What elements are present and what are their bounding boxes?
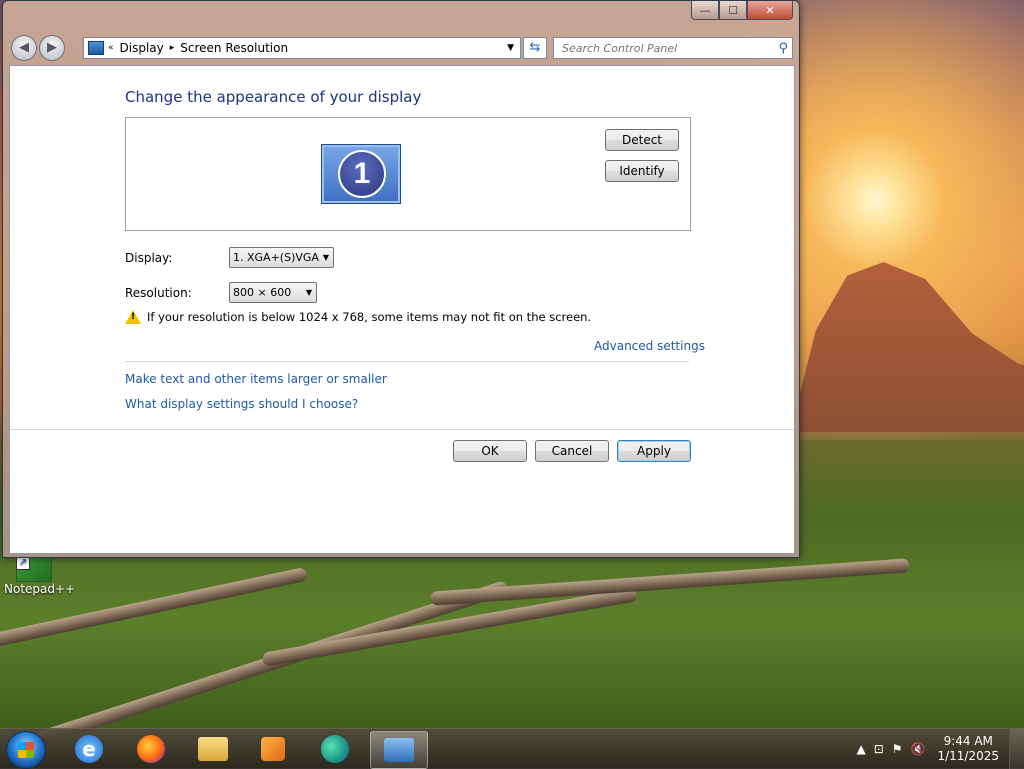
address-dropdown-icon[interactable]: ▼: [507, 43, 514, 53]
desktop-icon-label: Notepad++: [4, 582, 76, 596]
media-player-icon: [261, 737, 285, 761]
identify-button[interactable]: Identify: [605, 160, 679, 182]
divider: [125, 361, 689, 362]
clock-date: 1/11/2025: [937, 749, 999, 763]
warning-text: If your resolution is below 1024 x 768, …: [147, 310, 592, 324]
display-settings-icon: [384, 738, 414, 762]
apply-button[interactable]: Apply: [617, 440, 691, 462]
page-title: Change the appearance of your display: [125, 88, 422, 106]
resolution-select[interactable]: 800 × 600 ▼: [229, 282, 317, 303]
monitor-icon[interactable]: 1: [321, 144, 401, 204]
display-select-value: 1. XGA+(S)VGA: [233, 251, 319, 264]
detect-button[interactable]: Detect: [605, 129, 679, 151]
breadcrumb-screen-resolution[interactable]: Screen Resolution: [180, 41, 288, 55]
display-help-link[interactable]: What display settings should I choose?: [125, 397, 358, 411]
advanced-settings-link[interactable]: Advanced settings: [594, 339, 705, 353]
search-input[interactable]: [560, 40, 770, 56]
windows-logo-icon: [18, 742, 34, 758]
display-select[interactable]: 1. XGA+(S)VGA ▼: [229, 247, 334, 268]
system-tray: ▲ ⊡ ⚑ 🔇 9:44 AM 1/11/2025: [852, 729, 1024, 769]
clock-time: 9:44 AM: [943, 734, 993, 748]
display-label: Display:: [125, 251, 173, 265]
desktop-icon-notepadpp[interactable]: ↗ Notepad++: [4, 552, 76, 596]
show-desktop-button[interactable]: [1009, 729, 1024, 769]
resolution-warning: ! If your resolution is below 1024 x 768…: [125, 310, 591, 324]
taskbar-edge[interactable]: [308, 731, 362, 767]
navigation-bar: ◀ ▶ « Display ▸ Screen Resolution ▼ ⇆ ⚲: [9, 33, 793, 61]
shortcut-arrow-icon: ↗: [16, 556, 30, 570]
chevron-down-icon: ▼: [305, 288, 312, 297]
taskbar-display-settings[interactable]: [370, 731, 428, 769]
forward-button[interactable]: ▶: [39, 35, 65, 61]
taskbar-firefox[interactable]: [124, 731, 178, 767]
ok-button[interactable]: OK: [453, 440, 527, 462]
firefox-icon: [137, 735, 165, 763]
overflow-chevron[interactable]: «: [108, 43, 114, 53]
action-center-flag-icon[interactable]: ⚑: [892, 742, 903, 756]
control-panel-icon: [88, 41, 104, 55]
taskbar-internet-explorer[interactable]: e: [62, 731, 116, 767]
refresh-icon: ⇆: [529, 40, 541, 55]
resolution-label: Resolution:: [125, 286, 192, 300]
breadcrumb-separator-icon[interactable]: ▸: [170, 43, 175, 53]
close-button[interactable]: ✕: [747, 1, 793, 20]
minimize-button[interactable]: —: [691, 1, 719, 20]
text-size-link[interactable]: Make text and other items larger or smal…: [125, 372, 387, 386]
back-button[interactable]: ◀: [11, 35, 37, 61]
monitor-number-badge: 1: [338, 150, 386, 198]
monitor-arrangement-panel: 1 Detect Identify: [125, 117, 691, 231]
breadcrumb-display[interactable]: Display: [120, 41, 164, 55]
search-box[interactable]: ⚲: [553, 37, 793, 59]
address-bar[interactable]: « Display ▸ Screen Resolution ▼: [83, 37, 521, 59]
search-icon[interactable]: ⚲: [778, 41, 788, 56]
divider: [10, 429, 794, 430]
taskbar-media-player[interactable]: [246, 731, 300, 767]
chevron-down-icon: ▼: [322, 253, 329, 262]
network-icon[interactable]: ⊡: [874, 742, 884, 756]
content-area: Change the appearance of your display 1 …: [9, 65, 795, 554]
internet-explorer-icon: e: [75, 735, 103, 763]
clock[interactable]: 9:44 AM 1/11/2025: [937, 734, 999, 764]
caption-buttons: — ☐ ✕: [691, 1, 793, 20]
taskbar: e ▲ ⊡ ⚑ 🔇 9:44 AM 1/11/2025: [0, 728, 1024, 769]
start-button[interactable]: [6, 731, 46, 769]
resolution-select-value: 800 × 600: [233, 286, 292, 299]
taskbar-file-explorer[interactable]: [186, 731, 240, 767]
volume-muted-icon[interactable]: 🔇: [911, 742, 926, 756]
cancel-button[interactable]: Cancel: [535, 440, 609, 462]
screen-resolution-window: — ☐ ✕ ◀ ▶ « Display ▸ Screen Resolution …: [2, 0, 800, 558]
warning-icon: !: [125, 310, 141, 324]
show-hidden-icons-icon[interactable]: ▲: [856, 742, 865, 756]
maximize-button[interactable]: ☐: [719, 1, 747, 20]
edge-icon: [321, 735, 349, 763]
folder-icon: [198, 737, 228, 761]
refresh-button[interactable]: ⇆: [523, 37, 547, 59]
